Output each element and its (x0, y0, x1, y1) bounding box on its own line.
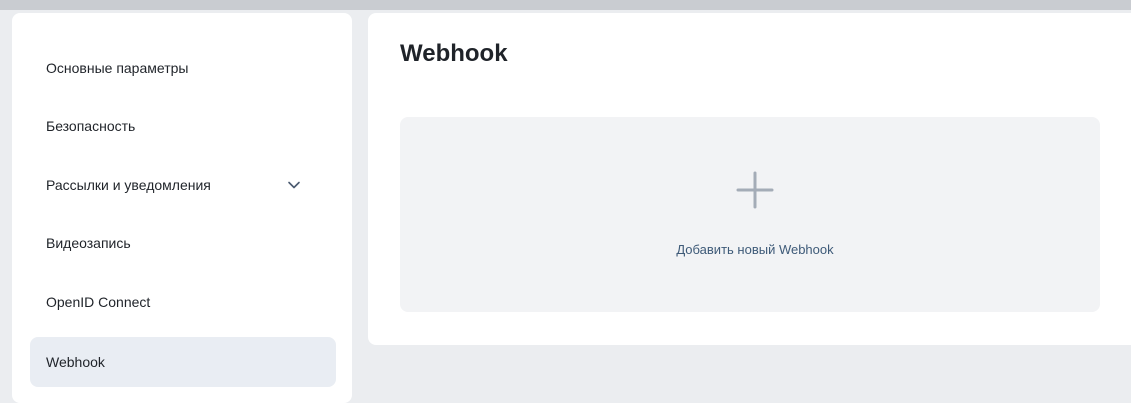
main-panel: Webhook Добавить новый Webhook (368, 13, 1131, 345)
sidebar-item-webhook[interactable]: Webhook (30, 337, 336, 387)
sidebar-item-label: Безопасность (46, 118, 136, 134)
settings-sidebar: Основные параметры Безопасность Рассылки… (12, 13, 352, 403)
chevron-down-icon[interactable] (287, 178, 301, 192)
sidebar-item-general[interactable]: Основные параметры (30, 43, 336, 93)
page-title: Webhook (400, 40, 508, 67)
left-edge (0, 10, 12, 388)
sidebar-item-label: OpenID Connect (46, 294, 151, 310)
sidebar-item-openid-connect[interactable]: OpenID Connect (30, 277, 336, 327)
add-webhook-card[interactable]: Добавить новый Webhook (400, 117, 1100, 312)
plus-icon (736, 171, 774, 209)
sidebar-item-label: Webhook (46, 354, 105, 370)
sidebar-item-label: Видеозапись (46, 235, 131, 251)
sidebar-item-label: Основные параметры (46, 60, 189, 76)
sidebar-item-security[interactable]: Безопасность (30, 101, 336, 151)
add-webhook-label[interactable]: Добавить новый Webhook (400, 242, 1110, 257)
sidebar-item-notifications[interactable]: Рассылки и уведомления (30, 160, 336, 210)
sidebar-item-video-recording[interactable]: Видеозапись (30, 218, 336, 268)
window-top-border (0, 0, 1131, 10)
sidebar-item-label: Рассылки и уведомления (46, 177, 211, 193)
